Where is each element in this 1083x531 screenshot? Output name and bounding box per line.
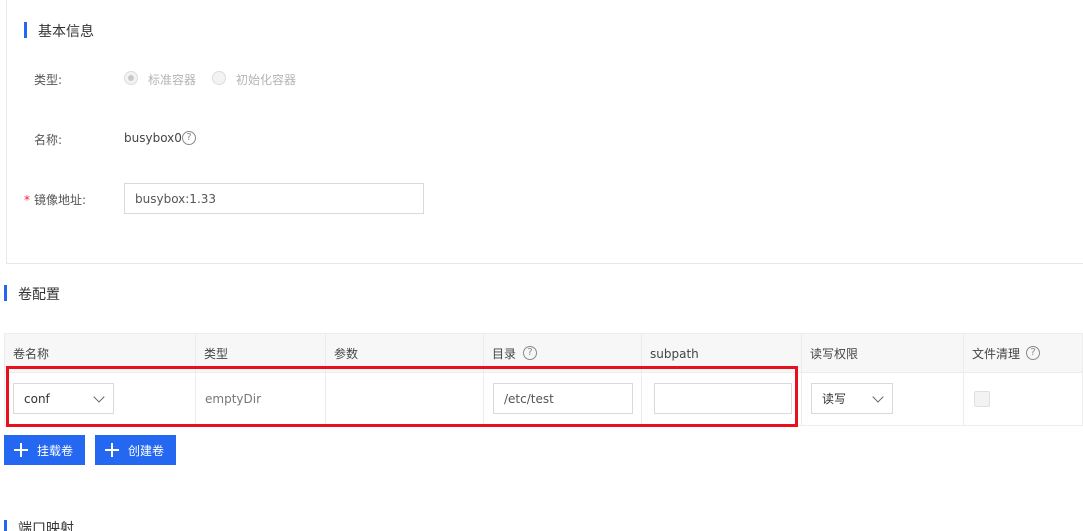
question-circle-icon[interactable]: ?	[523, 346, 537, 360]
volume-name-select[interactable]: conf	[13, 383, 114, 414]
mount-volume-button-label: 挂载卷	[37, 443, 74, 458]
col-permission: 读写权限	[802, 334, 964, 374]
question-circle-icon[interactable]: ?	[182, 131, 196, 145]
required-mark: *	[24, 193, 30, 207]
volume-table-header: 卷名称 类型 参数 目录 subpath 读写权限 文件清理	[4, 333, 1083, 374]
subpath-input[interactable]	[654, 383, 792, 414]
image-label: * 镜像地址:	[24, 191, 86, 208]
volume-section-title: 卷配置	[18, 287, 60, 303]
create-volume-button-label: 创建卷	[128, 443, 165, 458]
col-params: 参数	[326, 334, 484, 374]
mount-volume-button[interactable]: 挂载卷	[4, 435, 86, 465]
permission-select[interactable]: 读写	[811, 383, 893, 414]
radio-init-container-label[interactable]: 初始化容器	[236, 71, 296, 88]
basic-info-title: 基本信息	[38, 24, 94, 40]
radio-init-container[interactable]	[212, 71, 226, 85]
port-mapping-section-marker	[4, 520, 7, 531]
volume-name-select-value: conf	[24, 391, 50, 406]
basic-info-section-marker	[24, 22, 27, 38]
radio-standard-container-label[interactable]: 标准容器	[148, 71, 196, 88]
col-directory-label: 目录	[492, 347, 517, 361]
col-file-cleanup-label: 文件清理	[972, 347, 1021, 361]
cell-type: emptyDir	[196, 373, 326, 425]
col-subpath: subpath	[642, 334, 802, 374]
col-type: 类型	[196, 334, 326, 374]
chevron-down-icon	[93, 391, 105, 403]
col-file-cleanup: 文件清理	[964, 334, 1083, 374]
cell-params	[326, 373, 484, 425]
image-address-value: busybox:1.33	[135, 191, 217, 206]
col-directory: 目录	[484, 334, 642, 374]
directory-input[interactable]: /etc/test	[493, 383, 633, 414]
directory-input-value: /etc/test	[504, 391, 554, 406]
port-mapping-title: 端口映射	[18, 521, 74, 531]
chevron-down-icon	[872, 391, 884, 403]
image-label-text: 镜像地址:	[34, 193, 87, 207]
type-label: 类型:	[34, 73, 63, 87]
plus-icon	[14, 443, 28, 457]
name-label: 名称:	[34, 133, 63, 147]
radio-standard-container[interactable]	[124, 71, 138, 85]
permission-select-value: 读写	[822, 392, 847, 406]
name-value: busybox0	[124, 131, 182, 145]
col-volume-name: 卷名称	[5, 334, 196, 374]
file-cleanup-checkbox[interactable]	[974, 391, 990, 407]
plus-icon	[105, 443, 119, 457]
volume-type-value: emptyDir	[205, 392, 262, 406]
question-circle-icon[interactable]: ?	[1026, 346, 1040, 360]
image-address-input[interactable]: busybox:1.33	[124, 183, 424, 214]
create-volume-button[interactable]: 创建卷	[95, 435, 177, 465]
volume-section-marker	[4, 285, 7, 301]
